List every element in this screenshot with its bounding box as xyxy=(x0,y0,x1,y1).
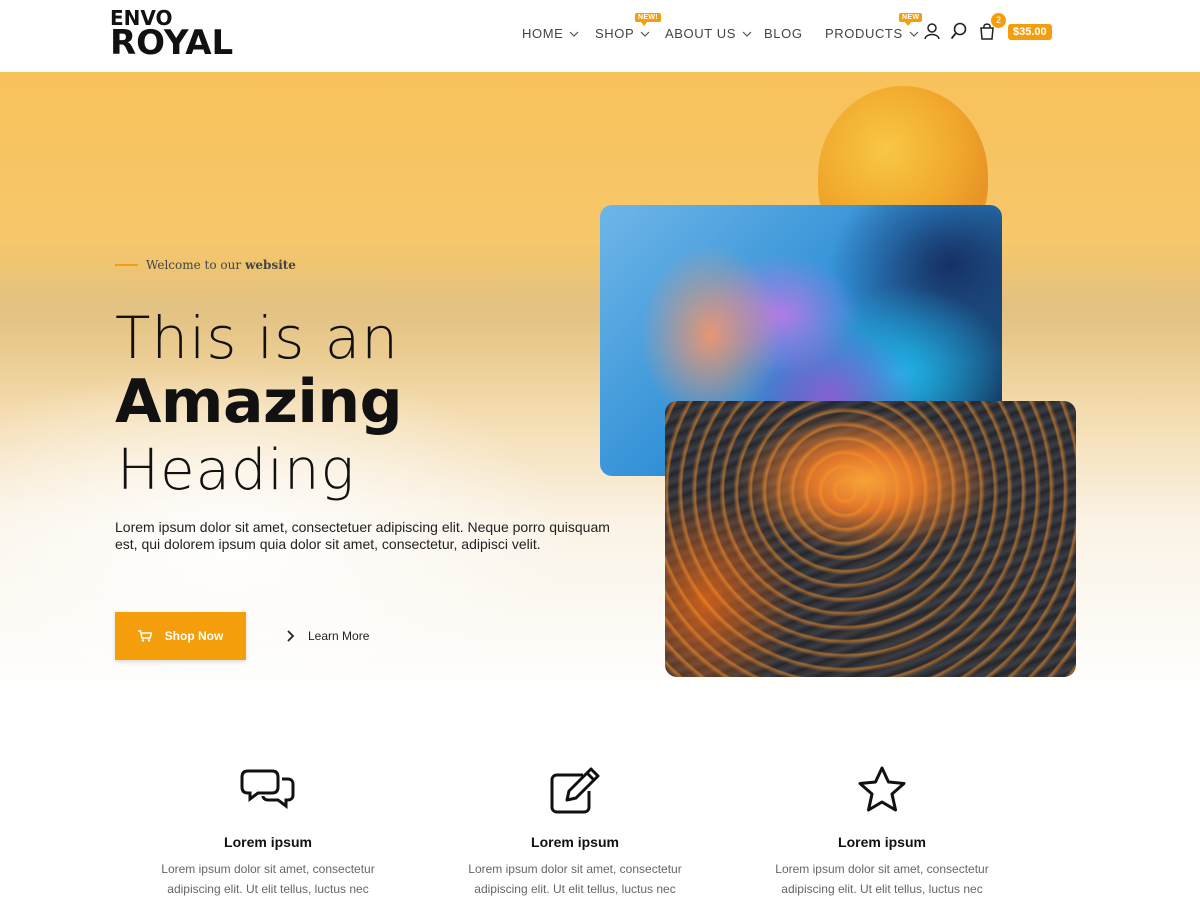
star-icon xyxy=(858,766,906,812)
logo-line-2: ROYAL xyxy=(110,23,234,63)
feature-card: Lorem ipsum Lorem ipsum dolor sit amet, … xyxy=(762,765,1002,899)
chevron-down-icon xyxy=(742,31,752,37)
nav-label: PRODUCTS xyxy=(825,26,903,41)
feature-text: Lorem ipsum dolor sit amet, consectetur … xyxy=(161,862,375,896)
new-badge: NEW! xyxy=(635,13,661,26)
new-badge: NEW xyxy=(899,13,923,26)
feature-card: Lorem ipsum Lorem ipsum dolor sit amet, … xyxy=(455,765,695,899)
nav-item-about-us[interactable]: ABOUT US xyxy=(665,26,752,41)
edit-icon xyxy=(550,767,600,814)
abstract-swirl-image xyxy=(665,401,1076,677)
feature-title: Lorem ipsum xyxy=(838,834,926,850)
learn-more-link[interactable]: Learn More xyxy=(286,627,369,645)
cart-icon xyxy=(137,630,152,642)
nav-label: ABOUT US xyxy=(665,26,737,41)
cart-total[interactable]: $35.00 xyxy=(1008,24,1052,40)
hero-heading-line-3: Heading xyxy=(117,438,356,503)
nav-label: HOME xyxy=(522,26,564,41)
hero-tagline: Welcome to our website xyxy=(115,258,296,272)
search-icon[interactable] xyxy=(950,22,968,40)
nav-item-home[interactable]: HOME xyxy=(522,26,579,41)
chevron-right-icon xyxy=(287,630,295,642)
feature-card: Lorem ipsum Lorem ipsum dolor sit amet, … xyxy=(148,765,388,899)
learn-more-label: Learn More xyxy=(308,629,370,643)
hero-heading-line-2: Amazing xyxy=(115,367,403,437)
cart-count-badge: 2 xyxy=(991,13,1006,28)
feature-text: Lorem ipsum dolor sit amet, consectetur … xyxy=(468,862,682,896)
nav-item-shop[interactable]: SHOP xyxy=(595,26,650,41)
tagline-prefix: Welcome to our xyxy=(146,258,242,272)
chat-bubbles-icon xyxy=(240,769,295,809)
site-logo[interactable]: ENVO ROYAL xyxy=(110,8,233,60)
shop-now-label: Shop Now xyxy=(164,629,224,643)
site-header: ENVO ROYAL HOME SHOP ABOUT US BLOG PRODU… xyxy=(0,0,1200,72)
tagline-dash xyxy=(115,264,138,266)
nav-item-blog[interactable]: BLOG xyxy=(764,26,803,41)
nav-label: BLOG xyxy=(764,26,803,41)
nav-label: SHOP xyxy=(595,26,635,41)
tagline-bold: website xyxy=(245,258,296,272)
feature-title: Lorem ipsum xyxy=(531,834,619,850)
hero-heading-line-1: This is an xyxy=(115,304,400,372)
chevron-down-icon xyxy=(909,31,919,37)
shop-now-button[interactable]: Shop Now xyxy=(115,612,246,660)
hero-description: Lorem ipsum dolor sit amet, consectetuer… xyxy=(115,519,610,552)
user-icon[interactable] xyxy=(923,22,941,40)
hero-section: Welcome to our website This is an Amazin… xyxy=(0,72,1200,700)
chevron-down-icon xyxy=(569,31,579,37)
feature-title: Lorem ipsum xyxy=(224,834,312,850)
nav-item-products[interactable]: PRODUCTS xyxy=(825,26,919,41)
chevron-down-icon xyxy=(640,31,650,37)
feature-text: Lorem ipsum dolor sit amet, consectetur … xyxy=(775,862,989,896)
